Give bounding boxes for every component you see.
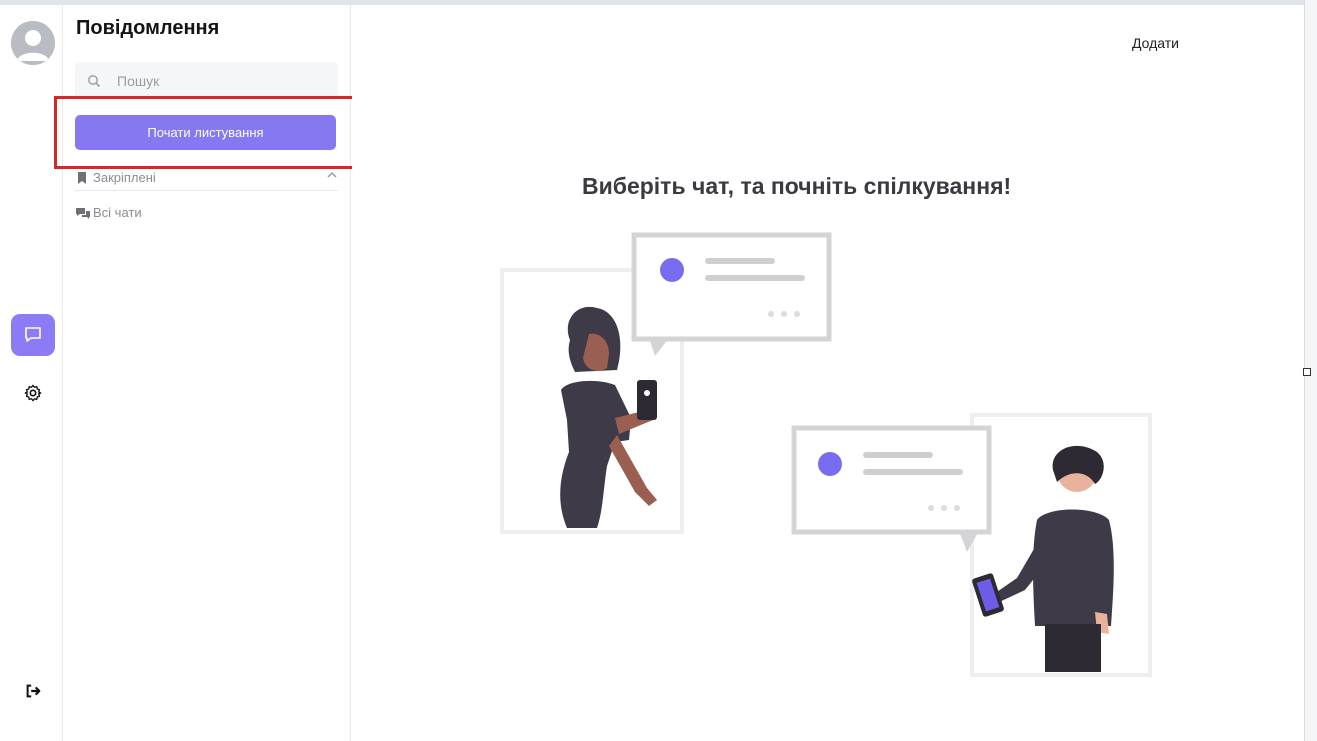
user-avatar-icon	[11, 21, 55, 65]
gear-icon	[24, 384, 42, 402]
chats-icon	[76, 207, 90, 219]
chat-illustration	[500, 232, 1152, 677]
sidebar-title: Повідомлення	[76, 17, 220, 39]
empty-state-title: Виберіть чат, та почніть спілкування!	[582, 173, 1012, 199]
resize-handle[interactable]	[1303, 368, 1311, 376]
app-window: Повідомлення Закріплені Почати листуванн…	[0, 0, 1317, 741]
chevron-up-icon[interactable]	[326, 169, 338, 181]
search-icon	[88, 75, 101, 88]
rail-chat-button[interactable]	[11, 314, 55, 356]
highlight-annotation	[54, 96, 363, 169]
rail-logout-button[interactable]	[21, 679, 45, 703]
section-all-chats-label: Всі чати	[93, 205, 142, 220]
avatar[interactable]	[11, 21, 55, 65]
search-input[interactable]	[117, 73, 317, 89]
chat-icon	[25, 327, 41, 342]
chat-main: Додати Виберіть чат, та почніть спілкува…	[352, 5, 1303, 741]
bookmark-icon	[78, 171, 86, 184]
rail-settings-button[interactable]	[21, 381, 45, 405]
section-pinned-label: Закріплені	[93, 170, 156, 185]
add-button[interactable]: Додати	[1132, 35, 1179, 51]
search-box[interactable]	[75, 62, 338, 100]
logout-icon	[26, 684, 41, 698]
section-all-chats[interactable]: Всі чати	[75, 205, 142, 220]
